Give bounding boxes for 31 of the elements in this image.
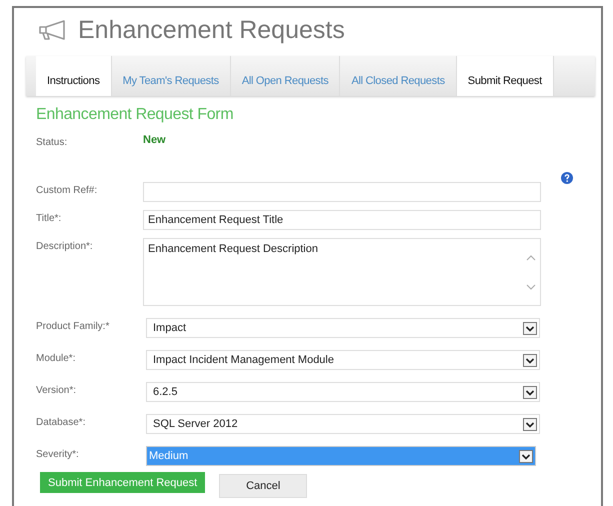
dropdown-caret-icon — [523, 386, 537, 398]
field-label: Module*: — [36, 352, 76, 364]
scroll-down-icon[interactable] — [526, 282, 536, 290]
dropdown-field[interactable]: Impact Incident Management Module — [146, 350, 540, 370]
tab[interactable]: Instructions — [36, 56, 112, 96]
megaphone-icon — [38, 19, 68, 41]
field-label: Custom Ref#: — [36, 184, 98, 196]
field-label: Database*: — [36, 416, 86, 428]
status-label: Status: — [36, 136, 68, 148]
help-icon[interactable] — [561, 172, 573, 184]
dropdown-caret-icon — [523, 354, 537, 366]
tab[interactable]: Submit Request — [456, 56, 554, 96]
field-label: Version*: — [36, 384, 78, 396]
field-label: Product Family:* — [36, 320, 110, 332]
dropdown-caret-icon — [519, 450, 533, 462]
form-title: Enhancement Request Form — [36, 106, 234, 124]
field-label: Severity*: — [36, 448, 80, 460]
cancel-button[interactable]: Cancel — [219, 474, 308, 498]
dropdown-caret-icon — [523, 418, 537, 430]
text-area[interactable]: Enhancement Request Description — [143, 238, 541, 306]
field-label: Description*: — [36, 240, 94, 252]
text-field[interactable]: Enhancement Request Title — [143, 210, 541, 230]
text-field[interactable] — [143, 182, 541, 202]
field-label: Title*: — [36, 212, 62, 224]
scroll-up-icon[interactable] — [526, 254, 536, 262]
dropdown-caret-icon — [523, 322, 537, 334]
dropdown-field[interactable]: 6.2.5 — [146, 382, 540, 402]
page-title: Enhancement Requests — [78, 16, 345, 44]
dropdown-field[interactable]: Impact — [146, 318, 540, 338]
dropdown-field[interactable]: SQL Server 2012 — [146, 414, 540, 434]
status-value: New — [143, 134, 166, 146]
